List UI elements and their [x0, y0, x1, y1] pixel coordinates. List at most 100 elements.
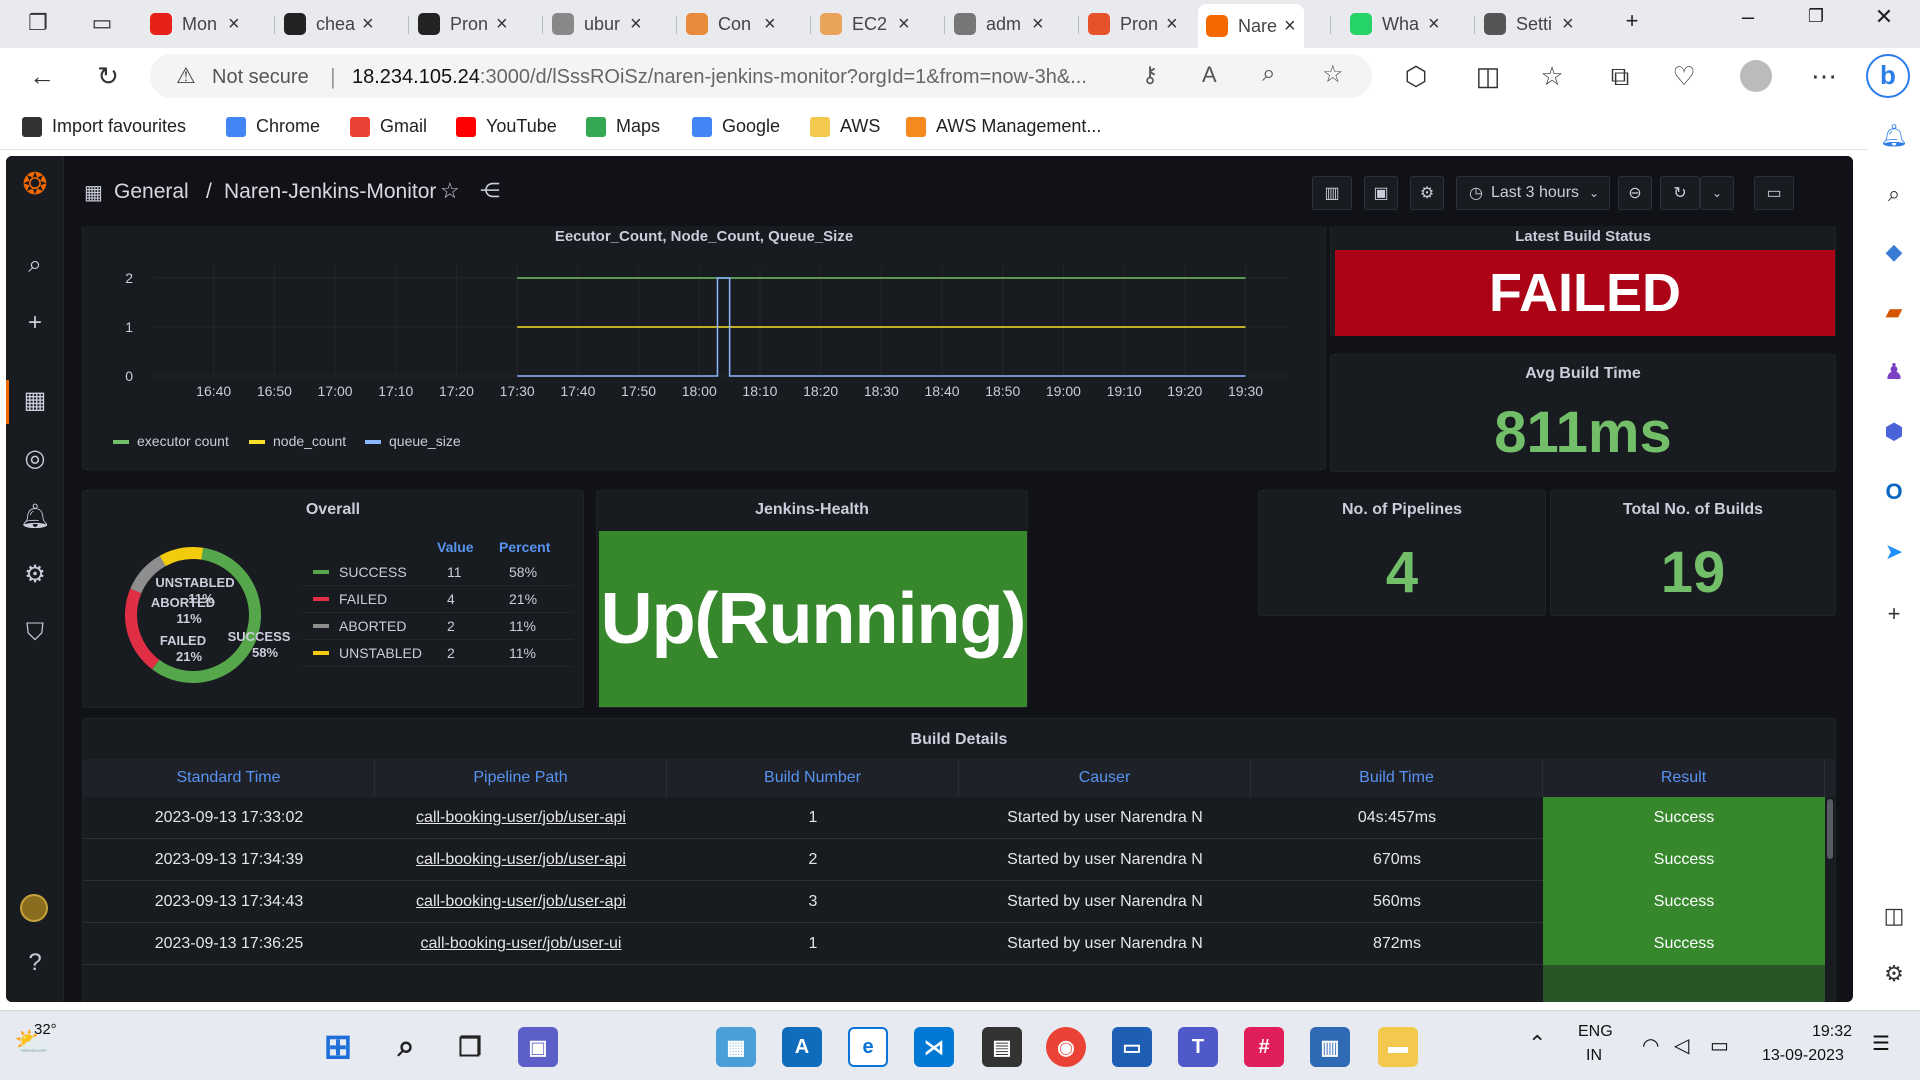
file-explorer-icon[interactable]: ▬ [1378, 1027, 1418, 1067]
chrome-icon[interactable]: ◉ [1046, 1027, 1086, 1067]
alerting-bell-icon[interactable]: 🔔︎ [18, 500, 52, 534]
url-field[interactable]: ⚠ Not secure | 18.234.105.24:3000/d/lSss… [150, 54, 1372, 98]
legend-label[interactable]: node_count [273, 433, 346, 449]
search-icon[interactable]: ⌕ [386, 1027, 426, 1067]
create-icon[interactable]: + [18, 306, 52, 340]
favourite-item[interactable]: Gmail [350, 116, 427, 137]
close-tab-icon[interactable]: × [764, 13, 776, 36]
refresh-dashboard-button[interactable]: ↻ [1660, 176, 1700, 210]
latest-build-status-panel[interactable]: Latest Build Status FAILED [1330, 226, 1836, 336]
notification-bell-icon[interactable]: 🔔︎ [1878, 120, 1910, 152]
favourite-item[interactable]: Google [692, 116, 780, 137]
legend-label[interactable]: executor count [137, 433, 229, 449]
sidebar-settings-icon[interactable]: ⚙ [1878, 958, 1910, 990]
close-tab-icon[interactable]: × [630, 13, 642, 36]
language-primary[interactable]: ENG [1578, 1023, 1613, 1041]
configuration-gear-icon[interactable]: ⚙ [18, 558, 52, 592]
close-tab-icon[interactable]: × [496, 13, 508, 36]
share-icon[interactable]: ⋲ [480, 178, 500, 203]
battery-icon[interactable]: ▭ [1710, 1033, 1729, 1058]
restore-button[interactable]: ❐ [1796, 6, 1836, 27]
column-header[interactable]: Build Number [667, 759, 959, 797]
more-menu-icon[interactable]: ⋯ [1808, 61, 1840, 91]
timeseries-panel[interactable]: Eecutor_Count, Node_Count, Queue_Size 16… [82, 226, 1326, 470]
table-row[interactable]: 2023-09-13 17:36:25 call-booking-user/job… [83, 923, 1825, 965]
pipelines-panel[interactable]: No. of Pipelines 4 [1258, 490, 1546, 616]
zoom-out-button[interactable]: ⊖ [1618, 176, 1652, 210]
server-admin-shield-icon[interactable]: ⛉ [18, 616, 52, 650]
browser-tab[interactable]: Setti × [1484, 6, 1574, 42]
dashboard-settings-button[interactable]: ⚙ [1410, 176, 1444, 210]
close-tab-icon[interactable]: × [228, 13, 240, 36]
key-icon[interactable]: ⚷ [1142, 62, 1158, 88]
control-panel-icon[interactable]: ▦ [716, 1027, 756, 1067]
browser-tab[interactable]: Nare × [1198, 4, 1304, 48]
refresh-icon[interactable]: ↻ [92, 61, 124, 91]
favourite-item[interactable]: Import favourites [22, 116, 186, 137]
donut-slice-success[interactable] [152, 547, 261, 683]
search-icon[interactable]: ⌕ [18, 248, 52, 282]
grafana-logo-icon[interactable]: ❂ [18, 168, 52, 202]
build-details-panel[interactable]: Build Details Standard Time Pipeline Path… [82, 718, 1836, 1002]
favourite-item[interactable]: AWS Management... [906, 116, 1101, 137]
profile-avatar[interactable] [1740, 60, 1772, 92]
browser-tab[interactable]: Con × [686, 6, 776, 42]
column-header[interactable]: Causer [959, 759, 1251, 797]
browser-tab[interactable]: ubur × [552, 6, 642, 42]
wifi-icon[interactable]: ◠ [1642, 1033, 1659, 1058]
browser-tab[interactable]: adm × [954, 6, 1044, 42]
table-row[interactable]: 2023-09-13 17:34:43 call-booking-user/job… [83, 881, 1825, 923]
chevron-up-icon[interactable]: ⌃ [1528, 1031, 1546, 1057]
notifications-icon[interactable]: ☰ [1872, 1031, 1890, 1056]
total-builds-panel[interactable]: Total No. of Builds 19 [1550, 490, 1836, 616]
help-icon[interactable]: ? [18, 946, 52, 980]
dashboards-icon[interactable]: ▦ [18, 384, 52, 418]
table-cell-path[interactable]: call-booking-user/job/user-ui [375, 923, 667, 965]
app-icon[interactable]: A [782, 1027, 822, 1067]
split-screen-icon[interactable]: ◫ [1472, 61, 1504, 91]
shopping-tag-icon[interactable]: ◆ [1878, 236, 1910, 268]
microsoft365-icon[interactable]: ⬢ [1878, 416, 1910, 448]
breadcrumb-general[interactable]: General [114, 180, 189, 204]
column-header[interactable]: Result [1543, 759, 1825, 797]
add-panel-button[interactable]: ▥ [1312, 176, 1352, 210]
teams-icon[interactable]: T [1178, 1027, 1218, 1067]
explore-icon[interactable]: ◎ [18, 442, 52, 476]
close-tab-icon[interactable]: × [1562, 13, 1574, 36]
slack-icon[interactable]: # [1244, 1027, 1284, 1067]
table-scrollbar[interactable] [1827, 799, 1833, 859]
favourite-item[interactable]: YouTube [456, 116, 557, 137]
favourite-item[interactable]: Maps [586, 116, 660, 137]
task-view-icon[interactable]: ❐ [450, 1027, 490, 1067]
vscode-icon[interactable]: ⋊ [914, 1027, 954, 1067]
favorites-icon[interactable]: ☆ [1536, 61, 1568, 91]
bing-copilot-icon[interactable]: b [1866, 54, 1910, 98]
extensions-icon[interactable]: ⬡ [1400, 61, 1432, 91]
close-window-button[interactable]: ✕ [1864, 4, 1904, 30]
star-icon[interactable]: ☆ [440, 178, 460, 204]
table-cell-path[interactable]: call-booking-user/job/user-api [375, 881, 667, 923]
edge-icon[interactable]: e [848, 1027, 888, 1067]
time-range-picker[interactable]: ◷ Last 3 hours ⌄ [1456, 176, 1610, 210]
browser-tab[interactable]: Wha × [1350, 6, 1440, 42]
table-cell-path[interactable]: call-booking-user/job/user-api [375, 797, 667, 839]
chat-icon[interactable]: ▣ [518, 1027, 558, 1067]
close-tab-icon[interactable]: × [1284, 15, 1296, 38]
tab-actions-icon[interactable]: ▭ [86, 8, 118, 38]
save-dashboard-button[interactable]: ▣ [1364, 176, 1398, 210]
back-icon[interactable]: ← [26, 61, 58, 91]
user-avatar[interactable] [20, 894, 48, 922]
close-tab-icon[interactable]: × [1428, 13, 1440, 36]
search-icon[interactable]: ⌕ [1878, 178, 1910, 210]
refresh-interval-button[interactable]: ⌄ [1700, 176, 1734, 210]
close-tab-icon[interactable]: × [898, 13, 910, 36]
donut-slice-unstabled[interactable] [159, 547, 204, 567]
send-icon[interactable]: ➤ [1878, 536, 1910, 568]
dashboard-title[interactable]: Naren-Jenkins-Monitor [224, 180, 436, 204]
legend-label[interactable]: queue_size [389, 433, 461, 449]
close-tab-icon[interactable]: × [1032, 13, 1044, 36]
favourite-item[interactable]: Chrome [226, 116, 320, 137]
table-row[interactable]: 2023-09-13 17:33:02 call-booking-user/job… [83, 797, 1825, 839]
column-header[interactable]: Pipeline Path [375, 759, 667, 797]
favorite-star-icon[interactable]: ☆ [1322, 60, 1344, 89]
